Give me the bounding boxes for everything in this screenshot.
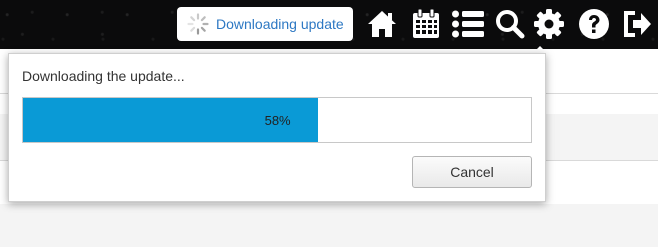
- calendar-icon[interactable]: [408, 6, 444, 42]
- progress-percent-label: 58%: [264, 112, 291, 128]
- download-progress-dialog: Downloading the update... 58% Cancel: [8, 53, 546, 202]
- home-icon[interactable]: [364, 6, 400, 42]
- table-row: [0, 204, 658, 247]
- loading-spinner-icon: [186, 12, 210, 36]
- top-header: Downloading update: [0, 0, 658, 49]
- cancel-button[interactable]: Cancel: [412, 156, 532, 188]
- gear-icon[interactable]: [531, 6, 567, 42]
- download-status-button[interactable]: Downloading update: [177, 7, 353, 41]
- list-icon[interactable]: [450, 6, 486, 42]
- help-icon[interactable]: [576, 6, 612, 42]
- progress-bar: 58%: [22, 97, 532, 143]
- search-icon[interactable]: [492, 6, 528, 42]
- download-status-label: Downloading update: [216, 16, 344, 32]
- logout-icon[interactable]: [618, 6, 654, 42]
- dialog-title: Downloading the update...: [22, 68, 185, 84]
